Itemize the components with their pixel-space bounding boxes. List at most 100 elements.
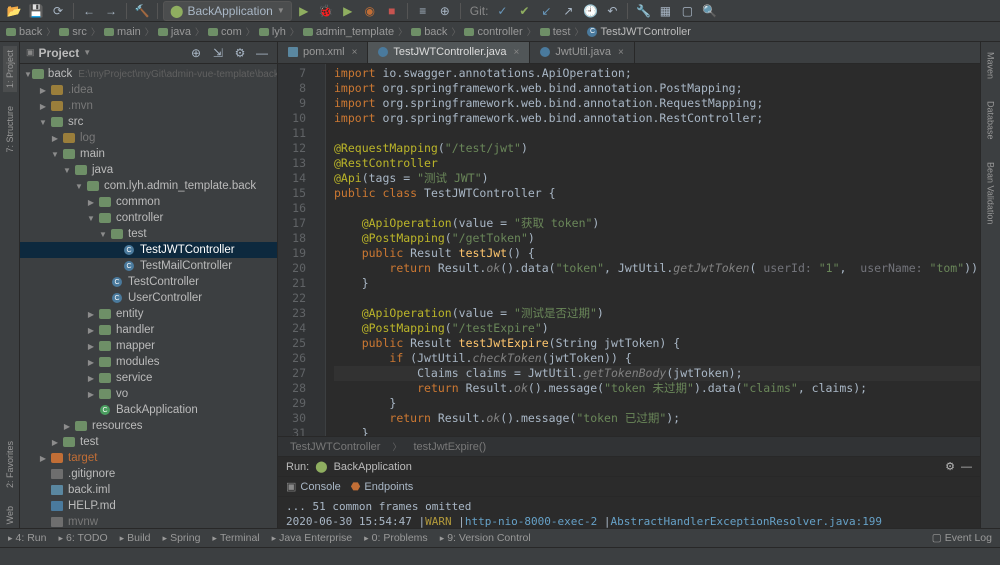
tree-node[interactable]: mvnw [20, 514, 277, 528]
git-revert-icon[interactable]: ↶ [602, 1, 622, 21]
tab-endpoints[interactable]: ⬣Endpoints [351, 480, 414, 493]
target-icon[interactable]: ⊕ [435, 1, 455, 21]
tool-maven[interactable]: Maven [984, 46, 998, 85]
run-gear-icon[interactable]: ⚙ [945, 460, 955, 473]
collapse-icon[interactable]: ⇲ [209, 44, 227, 62]
crumb-lyh[interactable]: lyh [259, 26, 286, 38]
layout-icon[interactable]: ▢ [677, 1, 697, 21]
run-icon[interactable]: ▶ [294, 1, 314, 21]
hide-icon[interactable]: — [253, 44, 271, 62]
tree-node[interactable]: ▶resources [20, 418, 277, 434]
crumb-java[interactable]: java [158, 26, 191, 38]
tree-node[interactable]: ▼src [20, 114, 277, 130]
bottom-tab[interactable]: ▸4: Run [8, 532, 46, 544]
stack-icon[interactable]: ≡ [413, 1, 433, 21]
bottom-tab[interactable]: ▸6: TODO [58, 532, 107, 544]
crumb-TestJWTController[interactable]: C TestJWTController [587, 26, 690, 38]
tree-node[interactable]: ▶test [20, 434, 277, 450]
git-label: Git: [470, 4, 489, 18]
bottom-tab[interactable]: ▸Java Enterprise [272, 532, 352, 544]
project-tree[interactable]: ▼backE:\myProject\myGit\admin-vue-templa… [20, 64, 277, 528]
settings-icon[interactable]: ⚙ [231, 44, 249, 62]
coverage-icon[interactable]: ▶ [338, 1, 358, 21]
tree-node[interactable]: ▶common [20, 194, 277, 210]
tree-node[interactable]: .gitignore [20, 466, 277, 482]
tree-node[interactable]: ▶service [20, 370, 277, 386]
editor-tab[interactable]: pom.xml× [278, 42, 368, 63]
tree-node[interactable]: ▶.mvn [20, 98, 277, 114]
tree-node[interactable]: ▼com.lyh.admin_template.back [20, 178, 277, 194]
build-icon[interactable]: 🔨 [132, 1, 152, 21]
tree-node[interactable]: ▶entity [20, 306, 277, 322]
run-hide-icon[interactable]: — [961, 461, 972, 473]
tree-node[interactable]: ▶mapper [20, 338, 277, 354]
tree-node[interactable]: ▶log [20, 130, 277, 146]
tool-web[interactable]: Web [3, 502, 17, 528]
tool-favorites[interactable]: 2: Favorites [3, 437, 17, 492]
run-output[interactable]: ... 51 common frames omitted 2020-06-30 … [278, 497, 980, 528]
crumb-controller[interactable]: controller [464, 26, 522, 38]
git-push-icon[interactable]: ↗ [558, 1, 578, 21]
editor-crumb-class[interactable]: TestJWTController [290, 441, 380, 453]
crumb-back[interactable]: back [6, 26, 42, 38]
editor-crumb-method[interactable]: testJwtExpire() [413, 441, 486, 453]
crumb-test[interactable]: test [540, 26, 571, 38]
bottom-tab[interactable]: ▸0: Problems [364, 532, 428, 544]
tree-node[interactable]: CUserController [20, 290, 277, 306]
tool-bean-validation[interactable]: Bean Validation [984, 156, 998, 230]
search-icon[interactable]: 🔍 [699, 1, 719, 21]
open-icon[interactable]: 📂 [4, 1, 24, 21]
tree-node[interactable]: CTestMailController [20, 258, 277, 274]
run-config-selector[interactable]: ⬤ BackApplication ▼ [163, 1, 292, 21]
crumb-com[interactable]: com [208, 26, 242, 38]
git-commit-icon[interactable]: ✔ [514, 1, 534, 21]
tree-node[interactable]: CTestController [20, 274, 277, 290]
tree-node[interactable]: ▶modules [20, 354, 277, 370]
debug-icon[interactable]: 🐞 [316, 1, 336, 21]
crumb-admin_template[interactable]: admin_template [303, 26, 394, 38]
project-header: ▣ Project ▼ ⊕ ⇲ ⚙ — [20, 42, 277, 64]
tree-node[interactable]: ▼main [20, 146, 277, 162]
tree-node[interactable]: back.iml [20, 482, 277, 498]
tree-node[interactable]: ▼java [20, 162, 277, 178]
back-icon[interactable]: ← [79, 1, 99, 21]
tree-node[interactable]: ▼backE:\myProject\myGit\admin-vue-templa… [20, 66, 277, 82]
crumb-src[interactable]: src [59, 26, 87, 38]
code-area[interactable]: import io.swagger.annotations.ApiOperati… [326, 64, 980, 436]
tree-node[interactable]: ▶.idea [20, 82, 277, 98]
refresh-icon[interactable]: ⟳ [48, 1, 68, 21]
av-icon[interactable]: ▦ [655, 1, 675, 21]
forward-icon[interactable]: → [101, 1, 121, 21]
tree-node[interactable]: ▶vo [20, 386, 277, 402]
tool-structure[interactable]: 7: Structure [3, 102, 17, 157]
tool-database[interactable]: Database [984, 95, 998, 146]
tool-project[interactable]: 1: Project [3, 46, 17, 92]
bottom-tab[interactable]: ▸Spring [163, 532, 201, 544]
git-pull-icon[interactable]: ↙ [536, 1, 556, 21]
scroll-from-source-icon[interactable]: ⊕ [187, 44, 205, 62]
wrench-icon[interactable]: 🔧 [633, 1, 653, 21]
tree-node[interactable]: CBackApplication [20, 402, 277, 418]
crumb-back[interactable]: back [411, 26, 447, 38]
bottom-tab[interactable]: ▸9: Version Control [440, 532, 531, 544]
git-check-icon[interactable]: ✓ [492, 1, 512, 21]
editor-tab[interactable]: TestJWTController.java× [368, 42, 530, 63]
tree-node[interactable]: ▶handler [20, 322, 277, 338]
run-tabs: ▣Console ⬣Endpoints [278, 477, 980, 497]
tree-node[interactable]: ▼controller [20, 210, 277, 226]
git-history-icon[interactable]: 🕘 [580, 1, 600, 21]
bottom-tool-tabs: ▸4: Run ▸6: TODO ▸Build ▸Spring ▸Terminal ▸Ja… [0, 528, 1000, 547]
editor-tab[interactable]: JwtUtil.java× [530, 42, 634, 63]
tree-node[interactable]: ▶target [20, 450, 277, 466]
bottom-tab[interactable]: ▸Build [120, 532, 151, 544]
tree-node[interactable]: ▼test [20, 226, 277, 242]
tree-node[interactable]: HELP.md [20, 498, 277, 514]
tree-node[interactable]: CTestJWTController [20, 242, 277, 258]
stop-icon[interactable]: ■ [382, 1, 402, 21]
crumb-main[interactable]: main [104, 26, 141, 38]
event-log[interactable]: ▢Event Log [932, 532, 992, 544]
tab-console[interactable]: ▣Console [286, 480, 341, 493]
save-icon[interactable]: 💾 [26, 1, 46, 21]
bottom-tab[interactable]: ▸Terminal [212, 532, 259, 544]
profile-icon[interactable]: ◉ [360, 1, 380, 21]
